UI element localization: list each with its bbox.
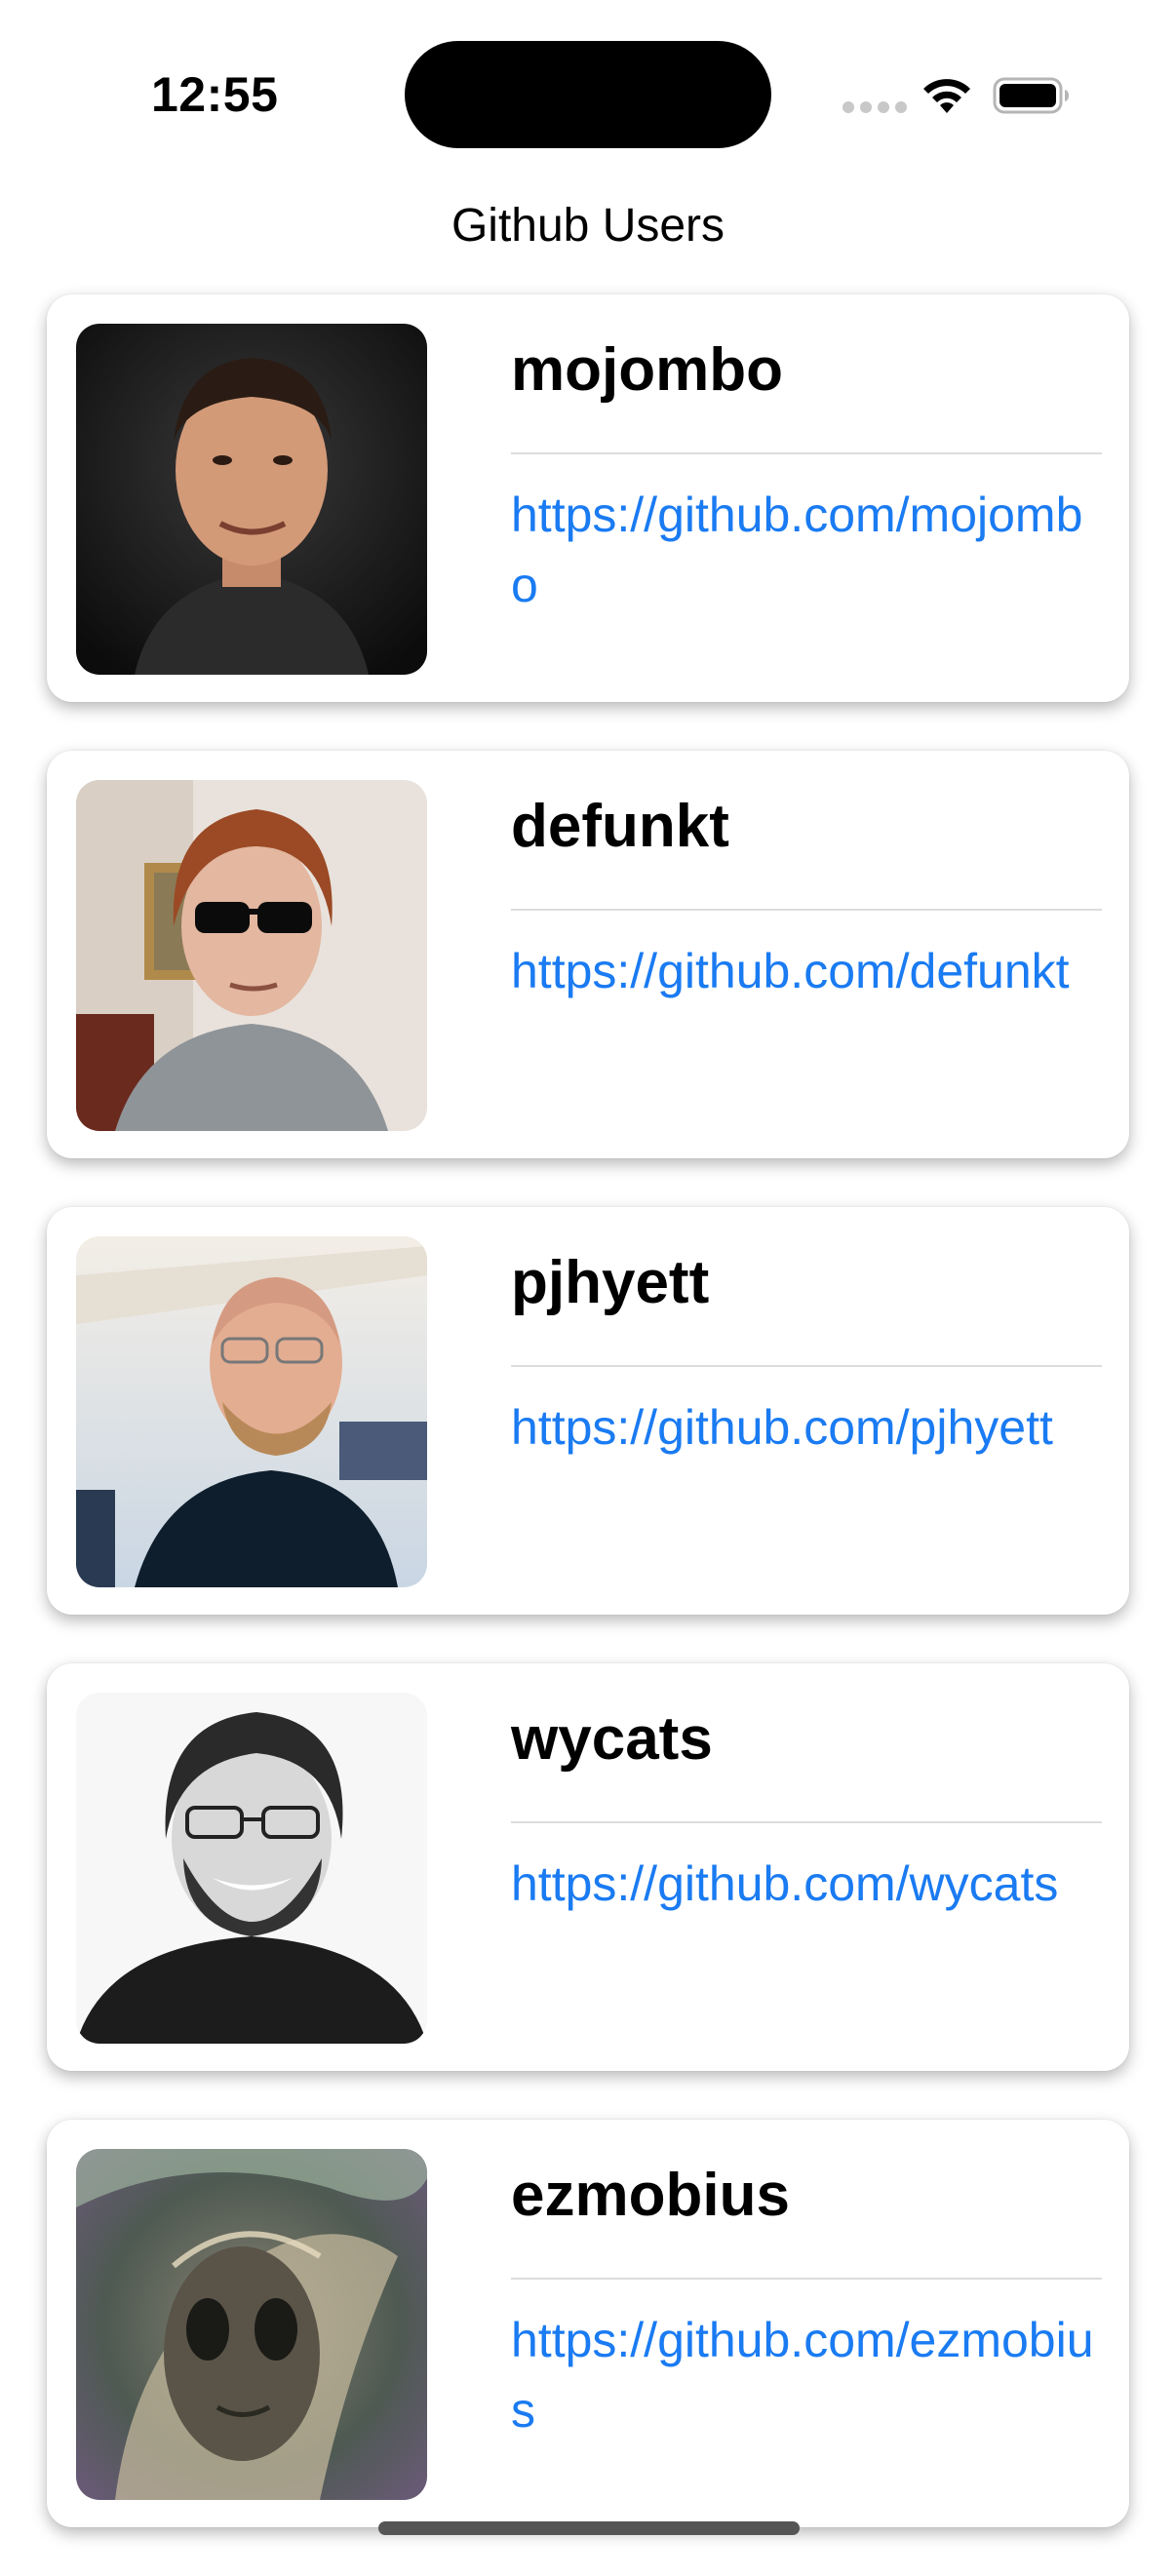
- wifi-icon: [923, 79, 970, 113]
- avatar: [76, 1693, 427, 2044]
- user-card[interactable]: defunkt https://github.com/defunkt: [47, 751, 1129, 1158]
- divider: [511, 909, 1102, 911]
- username: mojombo: [511, 336, 783, 404]
- divider: [511, 2278, 1102, 2280]
- battery-icon: [993, 77, 1069, 114]
- divider: [511, 1821, 1102, 1823]
- user-list[interactable]: mojombo https://github.com/mojombo defun…: [47, 294, 1129, 2576]
- user-info: defunkt https://github.com/defunkt: [511, 780, 1102, 1006]
- user-card[interactable]: ezmobius https://github.com/ezmobius: [47, 2120, 1129, 2527]
- avatar: [76, 324, 427, 675]
- user-info: ezmobius https://github.com/ezmobius: [511, 2149, 1102, 2445]
- profile-link[interactable]: https://github.com/ezmobius: [511, 2305, 1096, 2445]
- cellular-signal-icon: [843, 101, 907, 113]
- username: defunkt: [511, 793, 729, 860]
- profile-link[interactable]: https://github.com/wycats: [511, 1849, 1096, 1919]
- username: pjhyett: [511, 1249, 710, 1316]
- user-info: mojombo https://github.com/mojombo: [511, 324, 1102, 620]
- username: wycats: [511, 1705, 713, 1773]
- avatar: [76, 780, 427, 1131]
- username: ezmobius: [511, 2162, 790, 2229]
- status-time: 12:55: [151, 67, 279, 122]
- divider: [511, 452, 1102, 454]
- avatar: [76, 1236, 427, 1587]
- dynamic-island: [405, 41, 771, 148]
- status-bar: 12:55: [0, 0, 1176, 185]
- home-indicator[interactable]: [378, 2521, 800, 2535]
- profile-link[interactable]: https://github.com/pjhyett: [511, 1392, 1096, 1463]
- user-card[interactable]: pjhyett https://github.com/pjhyett: [47, 1207, 1129, 1615]
- page-title: Github Users: [451, 200, 725, 252]
- user-card[interactable]: wycats https://github.com/wycats: [47, 1663, 1129, 2071]
- avatar: [76, 2149, 427, 2500]
- profile-link[interactable]: https://github.com/defunkt: [511, 936, 1096, 1006]
- user-info: pjhyett https://github.com/pjhyett: [511, 1236, 1102, 1463]
- divider: [511, 1365, 1102, 1367]
- user-info: wycats https://github.com/wycats: [511, 1693, 1102, 1919]
- user-card[interactable]: mojombo https://github.com/mojombo: [47, 294, 1129, 702]
- profile-link[interactable]: https://github.com/mojombo: [511, 480, 1096, 620]
